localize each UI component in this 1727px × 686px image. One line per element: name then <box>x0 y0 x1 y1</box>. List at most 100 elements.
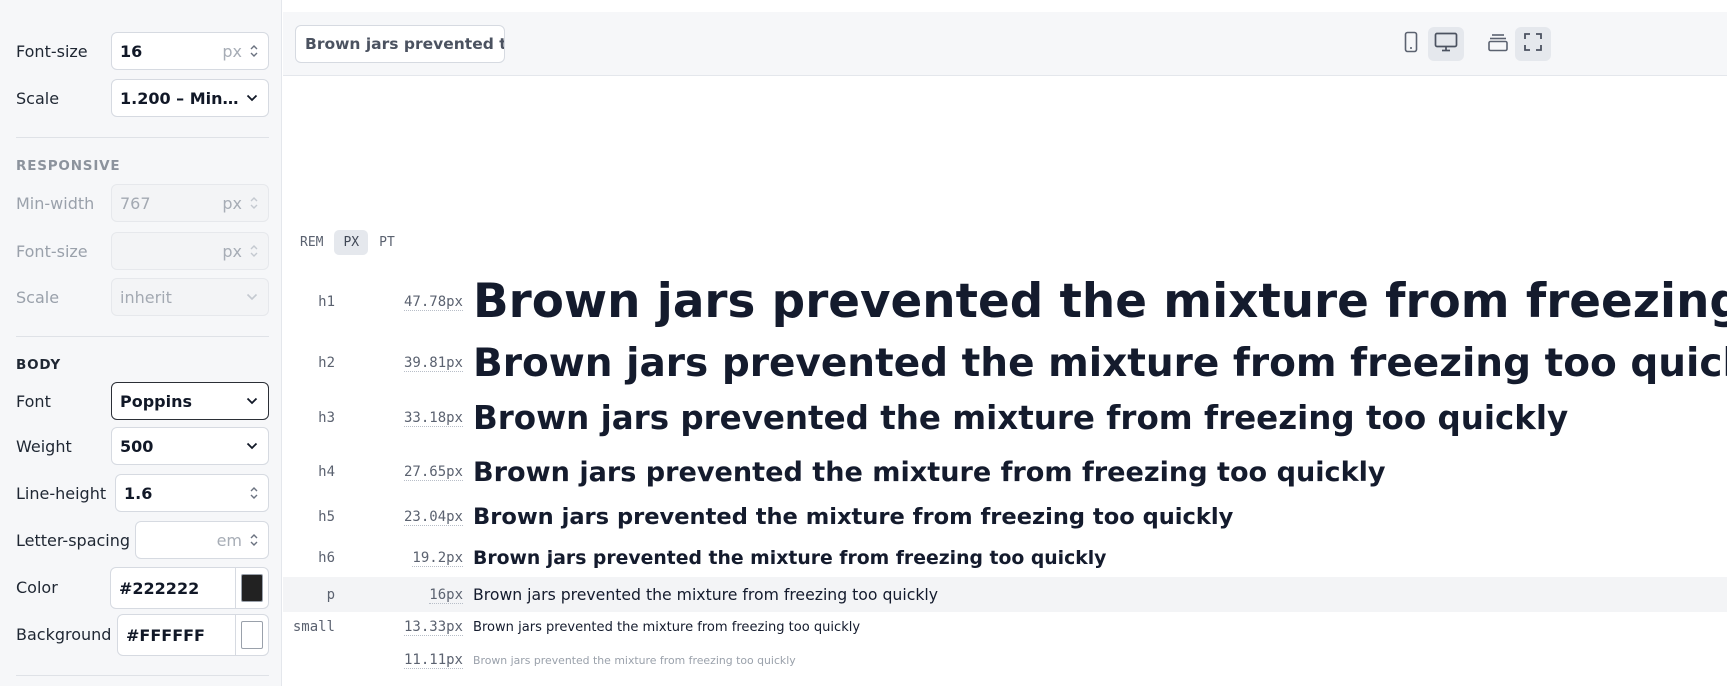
weight-value: 500 <box>120 436 154 456</box>
line-height-value: 1.6 <box>124 483 153 503</box>
weight-select[interactable]: 500 <box>111 427 269 465</box>
responsive-scale-value: inherit <box>120 287 172 307</box>
scale-size: 19.2px <box>335 550 473 567</box>
letter-spacing-label: Letter-spacing <box>16 530 131 550</box>
letter-spacing-input[interactable]: em <box>135 521 269 559</box>
min-width-input[interactable]: 767 px <box>111 184 269 222</box>
responsive-scale-label: Scale <box>16 287 60 307</box>
letter-spacing-stepper[interactable] <box>248 529 260 551</box>
scale-row-h1[interactable]: h1 47.78px Brown jars prevented the mixtur… <box>283 272 1727 332</box>
scale-size: 33.18px <box>335 410 473 427</box>
mobile-view-icon <box>1403 31 1419 57</box>
scale-size-value: 16px <box>429 586 463 604</box>
font-size-value: 16 <box>120 41 143 61</box>
fullscreen-button[interactable] <box>1515 27 1551 61</box>
responsive-scale-select[interactable]: inherit <box>111 278 269 316</box>
scale-size: 47.78px <box>335 294 473 311</box>
scale-size-value: 13.33px <box>403 619 463 636</box>
scale-sample-text: Brown jars prevented the mixture from fr… <box>473 619 861 635</box>
scale-tag: p <box>326 586 335 603</box>
scale-row-xs[interactable]: 11.11px Brown jars prevented the mixture … <box>283 646 1727 674</box>
min-width-stepper[interactable] <box>248 192 260 214</box>
preview-toolbar: Brown jars prevented t... <box>283 12 1727 76</box>
divider <box>16 137 269 138</box>
body-heading: BODY <box>16 357 61 373</box>
line-height-input[interactable]: 1.6 <box>115 474 269 512</box>
min-width-placeholder: 767 <box>120 193 151 213</box>
scale-size-value: 39.81px <box>403 355 463 372</box>
responsive-heading: RESPONSIVE <box>16 158 121 174</box>
font-value: Poppins <box>120 391 193 411</box>
scale-sample-text: Brown jars prevented the mixture from fr… <box>473 547 1107 569</box>
scale-size-value: 47.78px <box>403 294 463 311</box>
min-width-label: Min-width <box>16 193 95 213</box>
font-size-input[interactable]: 16 px <box>111 32 269 70</box>
scale-tag: h2 <box>318 355 335 371</box>
color-hex-value: #222222 <box>119 578 200 598</box>
scale-tag: h6 <box>318 550 335 566</box>
chevron-down-icon <box>244 94 260 102</box>
scale-size: 27.65px <box>335 464 473 481</box>
scale-value: 1.200 – Minor T... <box>120 88 244 108</box>
unit-tab-px[interactable]: PX <box>334 230 369 255</box>
unit-tab-pt[interactable]: PT <box>370 230 404 255</box>
line-height-stepper[interactable] <box>248 482 260 504</box>
scale-label: Scale <box>16 88 60 108</box>
scale-row-h6[interactable]: h6 19.2px Brown jars prevented the mixture… <box>283 541 1727 575</box>
scale-row-small[interactable]: small 13.33px Brown jars prevented the mix… <box>283 612 1727 642</box>
fullscreen-icon <box>1523 32 1543 56</box>
color-swatch-chip <box>241 574 263 602</box>
scale-row-p[interactable]: p 16px Brown jars prevented the mixture fr… <box>283 577 1727 612</box>
font-size-label: Font-size <box>16 41 88 61</box>
chevron-down-icon <box>244 442 260 450</box>
unit-tabs: REM PX PT <box>291 230 404 255</box>
line-height-label: Line-height <box>16 483 107 503</box>
divider <box>16 336 269 337</box>
scale-row-h2[interactable]: h2 39.81px Brown jars prevented the mixtur… <box>283 338 1727 388</box>
scale-size: 13.33px <box>335 619 473 636</box>
font-select[interactable]: Poppins <box>111 382 269 420</box>
scale-sample-text: Brown jars prevented the mixture from fr… <box>473 399 1569 437</box>
font-label: Font <box>16 391 51 411</box>
unit-tab-rem[interactable]: REM <box>291 230 332 255</box>
background-hex-input[interactable]: #FFFFFF <box>117 614 236 656</box>
font-size-unit: px <box>222 41 242 61</box>
responsive-font-size-label: Font-size <box>16 241 88 261</box>
scale-size-value: 27.65px <box>403 464 463 481</box>
color-swatch[interactable] <box>236 567 269 609</box>
background-swatch[interactable] <box>236 614 269 656</box>
scale-tag: h4 <box>318 464 335 480</box>
scale-size: 16px <box>335 586 473 604</box>
scale-tag: h5 <box>318 509 335 525</box>
scale-select[interactable]: 1.200 – Minor T... <box>111 79 269 117</box>
chevron-down-icon <box>244 397 260 405</box>
scale-tag: h1 <box>318 294 335 310</box>
scale-size-value: 23.04px <box>403 509 463 526</box>
scale-size: 23.04px <box>335 509 473 526</box>
scale-sample-text: Brown jars prevented the mixture from fr… <box>473 504 1234 530</box>
mobile-view-button[interactable] <box>1393 27 1429 61</box>
scale-size-value: 19.2px <box>412 550 463 567</box>
weight-label: Weight <box>16 436 72 456</box>
scale-size: 39.81px <box>335 355 473 372</box>
stack-view-button[interactable] <box>1480 27 1516 61</box>
stack-view-icon <box>1487 32 1509 56</box>
responsive-font-size-input[interactable]: px <box>111 232 269 270</box>
color-hex-input[interactable]: #222222 <box>110 567 236 609</box>
chevron-down-icon <box>244 293 260 301</box>
background-label: Background <box>16 624 112 644</box>
desktop-view-button[interactable] <box>1428 27 1464 61</box>
desktop-view-icon <box>1434 32 1458 56</box>
background-swatch-chip <box>241 621 263 649</box>
scale-tag: small <box>292 619 335 635</box>
responsive-font-size-stepper[interactable] <box>248 240 260 262</box>
scale-row-h5[interactable]: h5 23.04px Brown jars prevented the mixtur… <box>283 499 1727 535</box>
scale-size-value: 11.11px <box>403 652 463 669</box>
scale-row-h3[interactable]: h3 33.18px Brown jars prevented the mixtur… <box>283 396 1727 440</box>
scale-tag: h3 <box>318 410 335 426</box>
color-label: Color <box>16 577 58 597</box>
scale-row-h4[interactable]: h4 27.65px Brown jars prevented the mixtur… <box>283 452 1727 492</box>
font-size-stepper[interactable] <box>248 40 260 62</box>
background-hex-value: #FFFFFF <box>126 625 205 645</box>
preview-text-input[interactable]: Brown jars prevented t... <box>295 25 505 63</box>
